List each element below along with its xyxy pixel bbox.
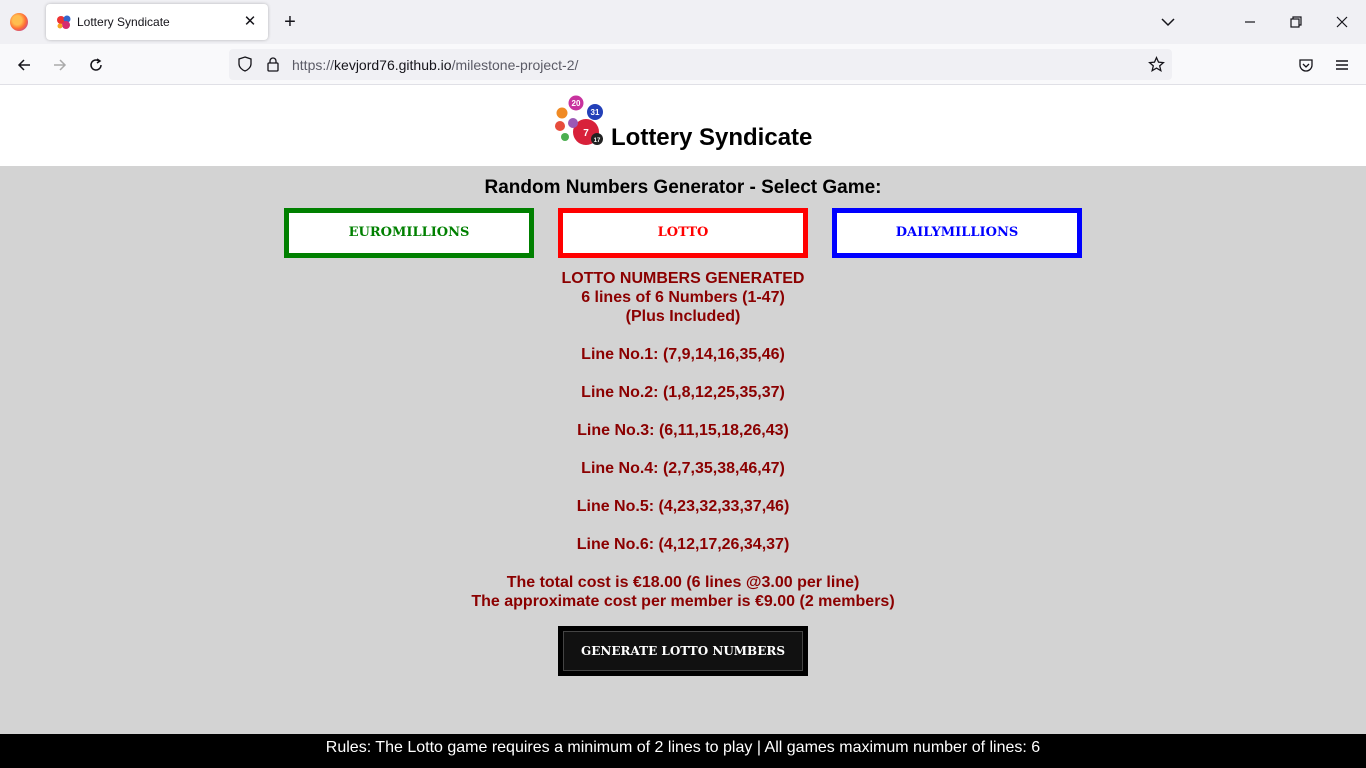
results-panel: LOTTO NUMBERS GENERATED 6 lines of 6 Num…: [0, 269, 1366, 611]
lock-icon[interactable]: [265, 56, 281, 72]
firefox-icon[interactable]: [10, 13, 28, 31]
svg-text:31: 31: [591, 108, 600, 117]
close-tab-icon[interactable]: ✕: [240, 12, 260, 32]
svg-text:20: 20: [572, 99, 581, 108]
new-tab-icon[interactable]: +: [278, 10, 302, 34]
svg-text:7: 7: [583, 128, 589, 139]
dailymillions-button[interactable]: DAILYMILLIONS: [832, 208, 1082, 258]
site-header: 20 31 7 17 Lottery Syndicate: [0, 85, 1366, 166]
generate-lotto-numbers-button[interactable]: GENERATE LOTTO NUMBERS: [558, 626, 808, 676]
euromillions-button[interactable]: EUROMILLIONS: [284, 208, 534, 258]
bookmark-star-icon[interactable]: [1148, 56, 1165, 73]
member-cost: The approximate cost per member is €9.00…: [471, 593, 895, 610]
close-window-icon[interactable]: [1330, 10, 1354, 34]
result-line: Line No.1: (7,9,14,16,35,46): [581, 346, 785, 363]
browser-navigation-bar: https://kevjord76.github.io/milestone-pr…: [0, 44, 1366, 85]
result-line: Line No.3: (6,11,15,18,26,43): [577, 422, 789, 439]
tracking-protection-shield-icon[interactable]: [237, 56, 253, 72]
results-heading: LOTTO NUMBERS GENERATED: [561, 270, 805, 287]
results-note: (Plus Included): [625, 308, 741, 325]
results-subheading: 6 lines of 6 Numbers (1-47): [581, 289, 785, 306]
lottery-balls-logo: 20 31 7 17: [555, 95, 603, 145]
browser-tab-bar: Lottery Syndicate ✕ +: [0, 0, 1366, 44]
browser-tab[interactable]: Lottery Syndicate ✕: [46, 4, 268, 40]
menu-hamburger-icon[interactable]: [1329, 52, 1355, 78]
result-line: Line No.5: (4,23,32,33,37,46): [576, 498, 790, 515]
generator-heading: Random Numbers Generator - Select Game:: [484, 177, 882, 198]
svg-text:17: 17: [594, 138, 601, 144]
back-arrow-icon[interactable]: [11, 52, 37, 78]
main-content: Random Numbers Generator - Select Game: …: [0, 166, 1366, 734]
url-text[interactable]: https://kevjord76.github.io/milestone-pr…: [292, 57, 578, 73]
reload-icon[interactable]: [83, 52, 109, 78]
lotto-button[interactable]: LOTTO: [558, 208, 808, 258]
tab-title: Lottery Syndicate: [77, 15, 170, 29]
pocket-icon[interactable]: [1293, 52, 1319, 78]
minimize-icon[interactable]: [1238, 10, 1262, 34]
result-line: Line No.6: (4,12,17,26,34,37): [576, 536, 790, 553]
rules-footer: Rules: The Lotto game requires a minimum…: [0, 734, 1366, 768]
list-all-tabs-icon[interactable]: [1156, 10, 1180, 34]
address-bar[interactable]: https://kevjord76.github.io/milestone-pr…: [229, 49, 1172, 80]
total-cost: The total cost is €18.00 (6 lines @3.00 …: [506, 574, 860, 591]
restore-icon[interactable]: [1284, 10, 1308, 34]
forward-arrow-icon[interactable]: [47, 52, 73, 78]
site-title: Lottery Syndicate: [611, 124, 813, 151]
result-line: Line No.4: (2,7,35,38,46,47): [581, 460, 785, 477]
lottery-balls-icon: [57, 15, 71, 29]
result-line: Line No.2: (1,8,12,25,35,37): [581, 384, 785, 401]
